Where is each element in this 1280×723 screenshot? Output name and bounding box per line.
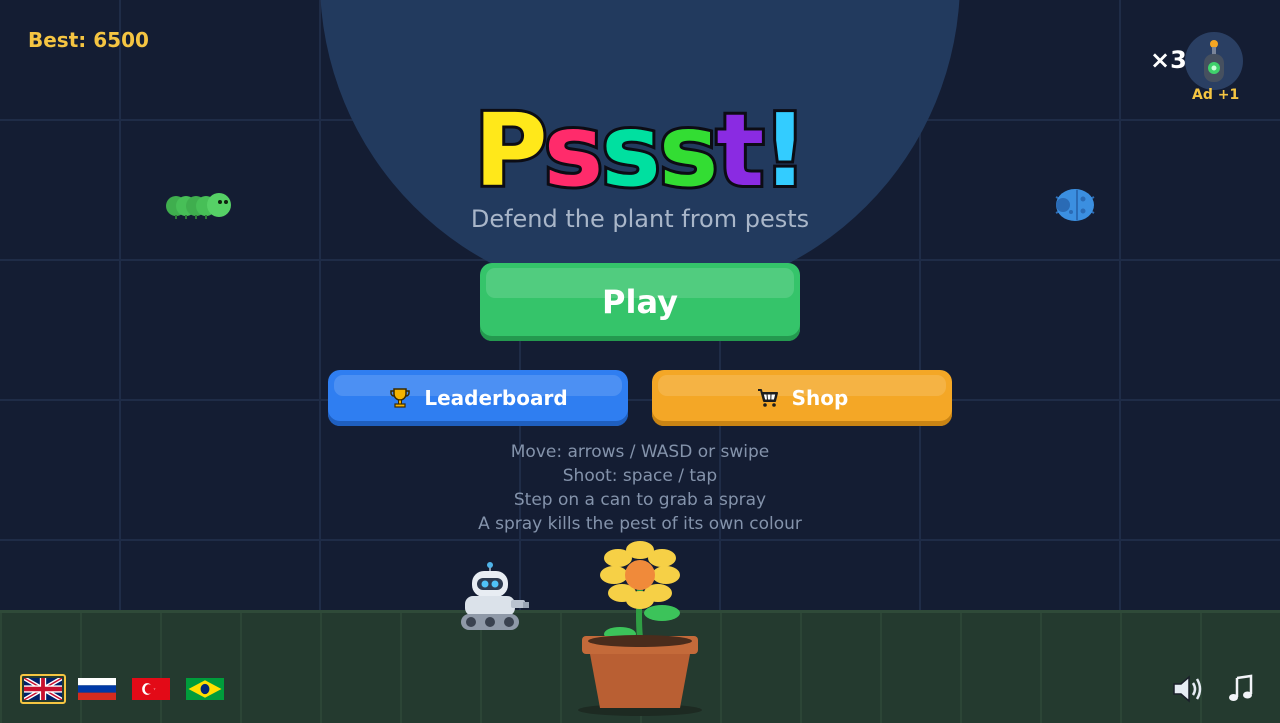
instruction-line: Shoot: space / tap [0,464,1280,488]
instruction-line: A spray kills the pest of its own colour [0,512,1280,536]
trophy-icon [388,386,412,410]
play-button[interactable]: Play [480,263,800,341]
sound-toggle[interactable] [1170,672,1206,706]
shop-button[interactable]: Shop [652,370,952,426]
play-label: Play [602,283,678,321]
title-letter: t [716,92,762,209]
title-letter: P [474,92,544,209]
cart-icon [756,386,780,410]
spray-can-badge[interactable] [1185,32,1243,90]
lives-count: ×3 [1150,46,1187,74]
russian-flag[interactable] [74,674,120,704]
turkish-flag[interactable] [128,674,174,704]
instructions: Move: arrows / WASD or swipe Shoot: spac… [0,440,1280,536]
title-letter: s [601,92,659,209]
brazilian-flag[interactable] [182,674,228,704]
leaderboard-label: Leaderboard [424,386,567,410]
speaker-icon [1170,672,1206,706]
language-selector[interactable] [20,674,228,704]
title-letter: s [544,92,602,209]
title-letter: s [659,92,717,209]
leaderboard-button[interactable]: Leaderboard [328,370,628,426]
spray-can-icon [1185,32,1243,90]
best-score: Best: 6500 [28,28,149,52]
potted-plant [570,538,710,718]
music-note-icon [1227,674,1255,704]
music-toggle[interactable] [1227,674,1255,704]
beetle-pest [1050,185,1100,225]
title-letter: ! [762,92,806,209]
robot-player [455,560,535,636]
english-flag[interactable] [20,674,66,704]
shop-label: Shop [792,386,849,410]
instruction-line: Step on a can to grab a spray [0,488,1280,512]
instruction-line: Move: arrows / WASD or swipe [0,440,1280,464]
caterpillar-pest [162,188,238,224]
